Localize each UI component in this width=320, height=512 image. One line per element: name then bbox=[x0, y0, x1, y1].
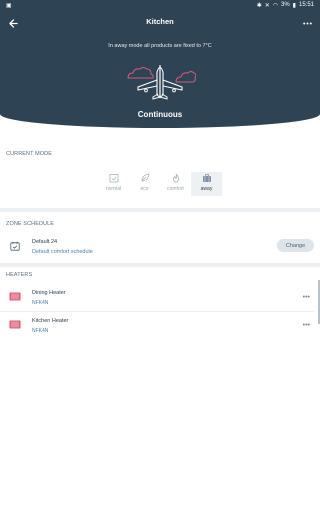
bluetooth-icon: ✱ bbox=[256, 2, 262, 9]
mode-eco[interactable]: eco bbox=[129, 172, 160, 196]
mode-normal-label: normal bbox=[105, 186, 122, 192]
battery-icon: ▮ bbox=[292, 2, 296, 9]
heater-item-dining[interactable]: Dining Heater NFK4N ••• bbox=[0, 284, 314, 311]
current-mode-title: CURRENT MODE bbox=[6, 151, 53, 157]
mode-normal[interactable]: normal bbox=[98, 172, 129, 196]
calendar-icon bbox=[10, 241, 20, 251]
section-divider bbox=[0, 208, 320, 212]
airplane-clouds-icon bbox=[127, 65, 196, 100]
change-schedule-button[interactable]: Change bbox=[277, 239, 314, 252]
leaf-icon bbox=[139, 172, 150, 183]
more-horizontal-icon[interactable]: ••• bbox=[303, 322, 310, 329]
app-notification-icon: ▣ bbox=[6, 2, 12, 9]
heater-name: Kitchen Heater bbox=[32, 318, 69, 324]
mode-away[interactable]: away bbox=[191, 172, 222, 196]
mode-comfort[interactable]: comfort bbox=[160, 172, 191, 196]
heater-model: NFK4N bbox=[32, 300, 49, 306]
heater-item-kitchen[interactable]: Kitchen Heater NFK4N ••• bbox=[0, 312, 314, 339]
heater-icon bbox=[9, 292, 21, 301]
status-bar: ▣ ✱ ✕ ◠ 3% ▮ 15:51 bbox=[0, 0, 320, 10]
battery-percent: 3% bbox=[281, 2, 290, 8]
mode-away-label: away bbox=[200, 186, 213, 192]
zone-header: Kitchen In away mode all products are fi… bbox=[0, 10, 320, 128]
mode-eco-label: eco bbox=[140, 186, 149, 192]
schedule-name: Default 24 bbox=[32, 239, 58, 245]
mode-comfort-label: comfort bbox=[167, 186, 184, 192]
clock: 15:51 bbox=[298, 2, 314, 8]
overflow-menu-button[interactable] bbox=[300, 16, 314, 30]
calendar-check-icon bbox=[108, 172, 119, 183]
page-title: Kitchen bbox=[146, 17, 174, 26]
schedule-description-link[interactable]: Default comfort schedule bbox=[32, 249, 93, 255]
schedule-mode-label: Continuous bbox=[137, 110, 183, 119]
heater-icon bbox=[9, 320, 21, 329]
zone-schedule-title: ZONE SCHEDULE bbox=[6, 221, 55, 227]
more-horizontal-icon[interactable]: ••• bbox=[303, 294, 310, 301]
wifi-icon: ◠ bbox=[272, 2, 278, 9]
zone-schedule-row: Default 24 Default comfort schedule Chan… bbox=[0, 234, 320, 258]
suitcase-icon bbox=[201, 172, 212, 183]
section-divider bbox=[0, 263, 320, 267]
more-horizontal-icon bbox=[302, 22, 312, 24]
heater-model: NFK4N bbox=[32, 328, 49, 334]
flame-icon bbox=[170, 172, 181, 183]
heater-name: Dining Heater bbox=[32, 290, 66, 296]
away-mode-notice: In away mode all products are fixed to 7… bbox=[108, 43, 212, 49]
mode-selector: normal eco comfort away bbox=[98, 172, 222, 196]
heaters-title: HEATERS bbox=[6, 272, 33, 278]
mute-icon: ✕ bbox=[264, 2, 270, 9]
